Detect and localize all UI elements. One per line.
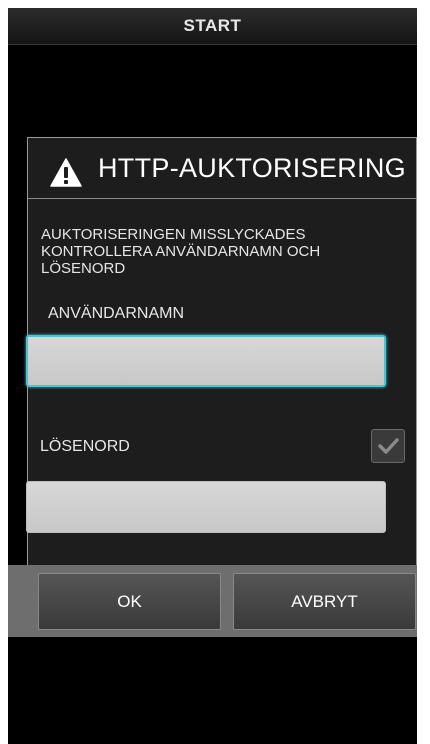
button-bar: OK AVBRYT [8,565,417,637]
password-label: LÖSENORD [40,438,130,455]
password-field[interactable] [26,481,386,533]
username-field[interactable] [26,335,386,387]
dialog-title: HTTP-AUKTORISERING [98,153,406,183]
phone-screen: START HTTP-AUKTORISERING AUKTORISERINGEN… [8,8,417,744]
dialog-header: HTTP-AUKTORISERING [28,138,416,199]
username-label: ANVÄNDARNAMN [48,305,185,322]
ok-button[interactable]: OK [38,573,221,630]
checkmark-icon [378,438,399,454]
show-password-checkbox[interactable] [371,429,405,463]
cancel-button[interactable]: AVBRYT [233,573,416,630]
screen-title: START [183,16,242,35]
warning-icon [50,158,82,187]
error-message: AUKTORISERINGEN MISSLYCKADES KONTROLLERA… [41,226,321,277]
title-bar: START [8,8,417,45]
